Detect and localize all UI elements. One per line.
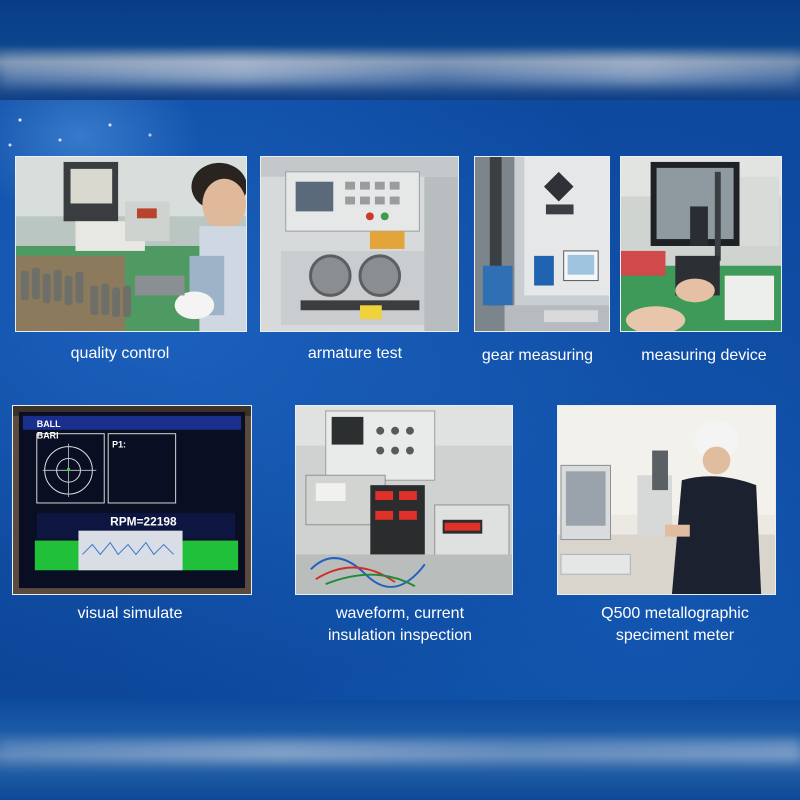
screen-rpm-readout: RPM=22198: [110, 515, 177, 529]
q500-metallographic-photo: [557, 405, 776, 595]
caption-armature-test: armature test: [265, 343, 445, 365]
caption-q500-line1: Q500 metallographic: [601, 605, 749, 622]
quality-control-photo: [15, 156, 247, 332]
caption-measuring-device: measuring device: [630, 345, 778, 367]
screen-brand2-text: BARI: [37, 431, 59, 441]
measuring-device-photo: [620, 156, 782, 332]
caption-gear-measuring: gear measuring: [470, 345, 605, 367]
screen-brand-text: BALL: [37, 419, 61, 429]
top-banner: [0, 0, 800, 100]
caption-quality-control-text: quality control: [70, 345, 170, 362]
caption-armature-test-text: armature test: [307, 345, 403, 362]
caption-measuring-device-text: measuring device: [641, 347, 767, 364]
waveform-current-insulation-photo: [295, 405, 513, 595]
caption-quality-control: quality control: [15, 343, 225, 365]
caption-waveform: waveform, current insulation inspection: [300, 603, 500, 647]
caption-visual-simulate: visual simulate: [40, 603, 220, 625]
armature-test-photo: [260, 156, 459, 332]
caption-waveform-line1: waveform, current: [335, 605, 465, 622]
screen-p1-label: P1:: [112, 440, 126, 450]
caption-waveform-line2: insulation inspection: [327, 627, 473, 644]
bottom-banner: [0, 700, 800, 800]
caption-q500-metallographic: Q500 metallographic speciment meter: [565, 603, 785, 647]
caption-q500-line2: speciment meter: [615, 627, 735, 644]
page: quality control armature test gear measu…: [0, 0, 800, 800]
caption-gear-measuring-text: gear measuring: [481, 347, 594, 364]
caption-visual-simulate-text: visual simulate: [77, 605, 183, 622]
gear-measuring-photo: [474, 156, 610, 332]
visual-simulate-photo: BALL BARI P1: RPM=22198: [12, 405, 252, 595]
